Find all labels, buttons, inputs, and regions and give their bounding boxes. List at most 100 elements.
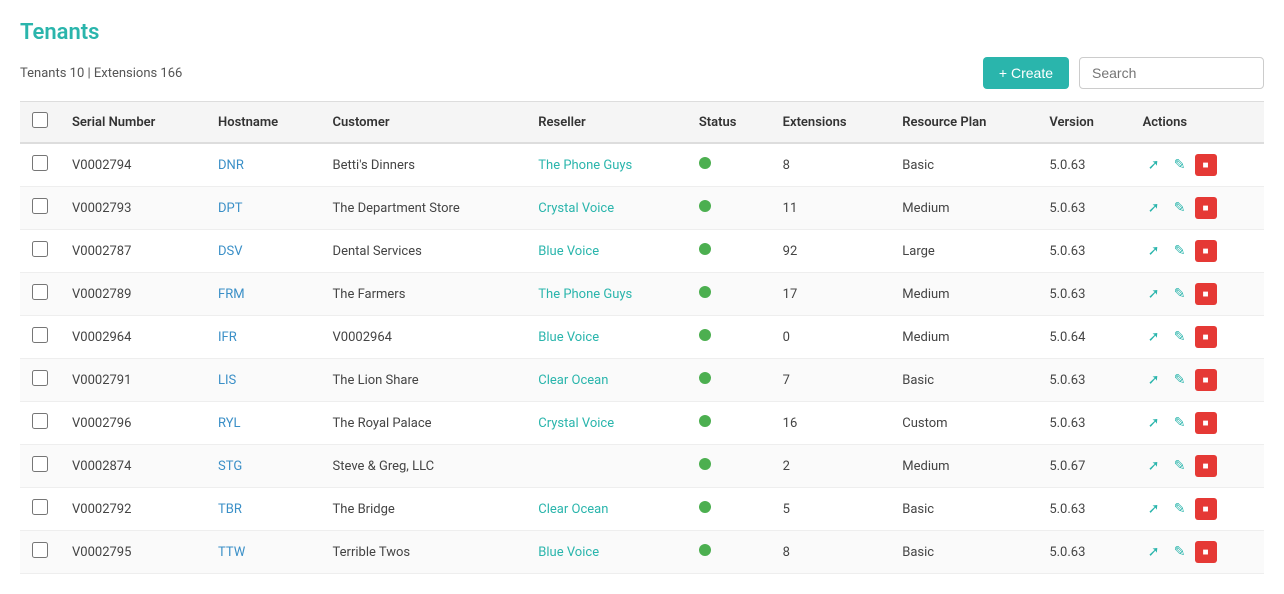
- delete-icon[interactable]: ■: [1195, 412, 1217, 434]
- cell-hostname[interactable]: FRM: [206, 273, 321, 316]
- cell-version: 5.0.63: [1037, 187, 1130, 230]
- reseller-link[interactable]: The Phone Guys: [538, 287, 632, 302]
- cell-reseller[interactable]: Blue Voice: [526, 316, 687, 359]
- header-resource-plan: Resource Plan: [890, 102, 1037, 144]
- reseller-link[interactable]: The Phone Guys: [538, 158, 632, 173]
- reseller-link[interactable]: Crystal Voice: [538, 416, 614, 431]
- row-checkbox[interactable]: [32, 499, 48, 515]
- cell-reseller[interactable]: Clear Ocean: [526, 488, 687, 531]
- hostname-link[interactable]: DNR: [218, 158, 244, 173]
- reseller-link[interactable]: Blue Voice: [538, 545, 599, 560]
- hostname-link[interactable]: DSV: [218, 244, 243, 259]
- delete-icon[interactable]: ■: [1195, 326, 1217, 348]
- cell-reseller[interactable]: The Phone Guys: [526, 143, 687, 187]
- cell-hostname[interactable]: DSV: [206, 230, 321, 273]
- reseller-link[interactable]: Blue Voice: [538, 244, 599, 259]
- cell-reseller[interactable]: Clear Ocean: [526, 359, 687, 402]
- actions-container: ➚✎■: [1143, 541, 1252, 563]
- row-checkbox[interactable]: [32, 327, 48, 343]
- edit-icon[interactable]: ✎: [1169, 455, 1191, 477]
- edit-external-icon[interactable]: ➚: [1143, 498, 1165, 520]
- cell-status: [687, 402, 771, 445]
- edit-external-icon[interactable]: ➚: [1143, 197, 1165, 219]
- cell-hostname[interactable]: DNR: [206, 143, 321, 187]
- edit-external-icon[interactable]: ➚: [1143, 326, 1165, 348]
- edit-external-icon[interactable]: ➚: [1143, 240, 1165, 262]
- create-button[interactable]: + Create: [983, 57, 1069, 89]
- cell-status: [687, 143, 771, 187]
- header-status: Status: [687, 102, 771, 144]
- cell-serial: V0002964: [60, 316, 206, 359]
- hostname-link[interactable]: LIS: [218, 373, 236, 388]
- edit-icon[interactable]: ✎: [1169, 498, 1191, 520]
- edit-icon[interactable]: ✎: [1169, 154, 1191, 176]
- edit-external-icon[interactable]: ➚: [1143, 369, 1165, 391]
- row-checkbox[interactable]: [32, 370, 48, 386]
- row-checkbox-cell: [20, 230, 60, 273]
- row-checkbox[interactable]: [32, 413, 48, 429]
- row-checkbox[interactable]: [32, 155, 48, 171]
- row-checkbox-cell: [20, 143, 60, 187]
- cell-reseller[interactable]: The Phone Guys: [526, 273, 687, 316]
- cell-hostname[interactable]: TTW: [206, 531, 321, 574]
- row-checkbox[interactable]: [32, 456, 48, 472]
- table-row: V0002794DNRBetti's DinnersThe Phone Guys…: [20, 143, 1264, 187]
- cell-reseller[interactable]: Blue Voice: [526, 531, 687, 574]
- hostname-link[interactable]: IFR: [218, 330, 237, 345]
- header-hostname: Hostname: [206, 102, 321, 144]
- row-checkbox[interactable]: [32, 198, 48, 214]
- cell-reseller[interactable]: [526, 445, 687, 488]
- delete-icon[interactable]: ■: [1195, 154, 1217, 176]
- hostname-link[interactable]: TTW: [218, 545, 245, 560]
- delete-icon[interactable]: ■: [1195, 498, 1217, 520]
- reseller-link[interactable]: Clear Ocean: [538, 502, 608, 517]
- cell-reseller[interactable]: Blue Voice: [526, 230, 687, 273]
- cell-hostname[interactable]: IFR: [206, 316, 321, 359]
- delete-icon[interactable]: ■: [1195, 541, 1217, 563]
- reseller-link[interactable]: Clear Ocean: [538, 373, 608, 388]
- delete-icon[interactable]: ■: [1195, 240, 1217, 262]
- cell-actions: ➚✎■: [1131, 359, 1264, 402]
- cell-hostname[interactable]: TBR: [206, 488, 321, 531]
- select-all-checkbox[interactable]: [32, 112, 48, 128]
- cell-reseller[interactable]: Crystal Voice: [526, 402, 687, 445]
- hostname-link[interactable]: RYL: [218, 416, 241, 431]
- edit-external-icon[interactable]: ➚: [1143, 412, 1165, 434]
- edit-icon[interactable]: ✎: [1169, 326, 1191, 348]
- cell-customer: The Department Store: [321, 187, 527, 230]
- edit-external-icon[interactable]: ➚: [1143, 541, 1165, 563]
- edit-icon[interactable]: ✎: [1169, 197, 1191, 219]
- row-checkbox[interactable]: [32, 284, 48, 300]
- cell-hostname[interactable]: STG: [206, 445, 321, 488]
- hostname-link[interactable]: STG: [218, 459, 242, 474]
- delete-icon[interactable]: ■: [1195, 283, 1217, 305]
- hostname-link[interactable]: FRM: [218, 287, 245, 302]
- hostname-link[interactable]: DPT: [218, 201, 243, 216]
- edit-external-icon[interactable]: ➚: [1143, 455, 1165, 477]
- edit-icon[interactable]: ✎: [1169, 240, 1191, 262]
- row-checkbox[interactable]: [32, 542, 48, 558]
- status-dot: [699, 243, 711, 255]
- edit-external-icon[interactable]: ➚: [1143, 283, 1165, 305]
- header-checkbox-col: [20, 102, 60, 144]
- delete-icon[interactable]: ■: [1195, 369, 1217, 391]
- cell-hostname[interactable]: RYL: [206, 402, 321, 445]
- hostname-link[interactable]: TBR: [218, 502, 242, 517]
- edit-external-icon[interactable]: ➚: [1143, 154, 1165, 176]
- cell-extensions: 8: [771, 531, 891, 574]
- edit-icon[interactable]: ✎: [1169, 541, 1191, 563]
- delete-icon[interactable]: ■: [1195, 455, 1217, 477]
- header-version: Version: [1037, 102, 1130, 144]
- reseller-link[interactable]: Blue Voice: [538, 330, 599, 345]
- delete-icon[interactable]: ■: [1195, 197, 1217, 219]
- cell-hostname[interactable]: LIS: [206, 359, 321, 402]
- cell-hostname[interactable]: DPT: [206, 187, 321, 230]
- edit-icon[interactable]: ✎: [1169, 369, 1191, 391]
- edit-icon[interactable]: ✎: [1169, 283, 1191, 305]
- edit-icon[interactable]: ✎: [1169, 412, 1191, 434]
- reseller-link[interactable]: Crystal Voice: [538, 201, 614, 216]
- search-input[interactable]: [1079, 57, 1264, 89]
- cell-reseller[interactable]: Crystal Voice: [526, 187, 687, 230]
- cell-resource-plan: Medium: [890, 316, 1037, 359]
- row-checkbox[interactable]: [32, 241, 48, 257]
